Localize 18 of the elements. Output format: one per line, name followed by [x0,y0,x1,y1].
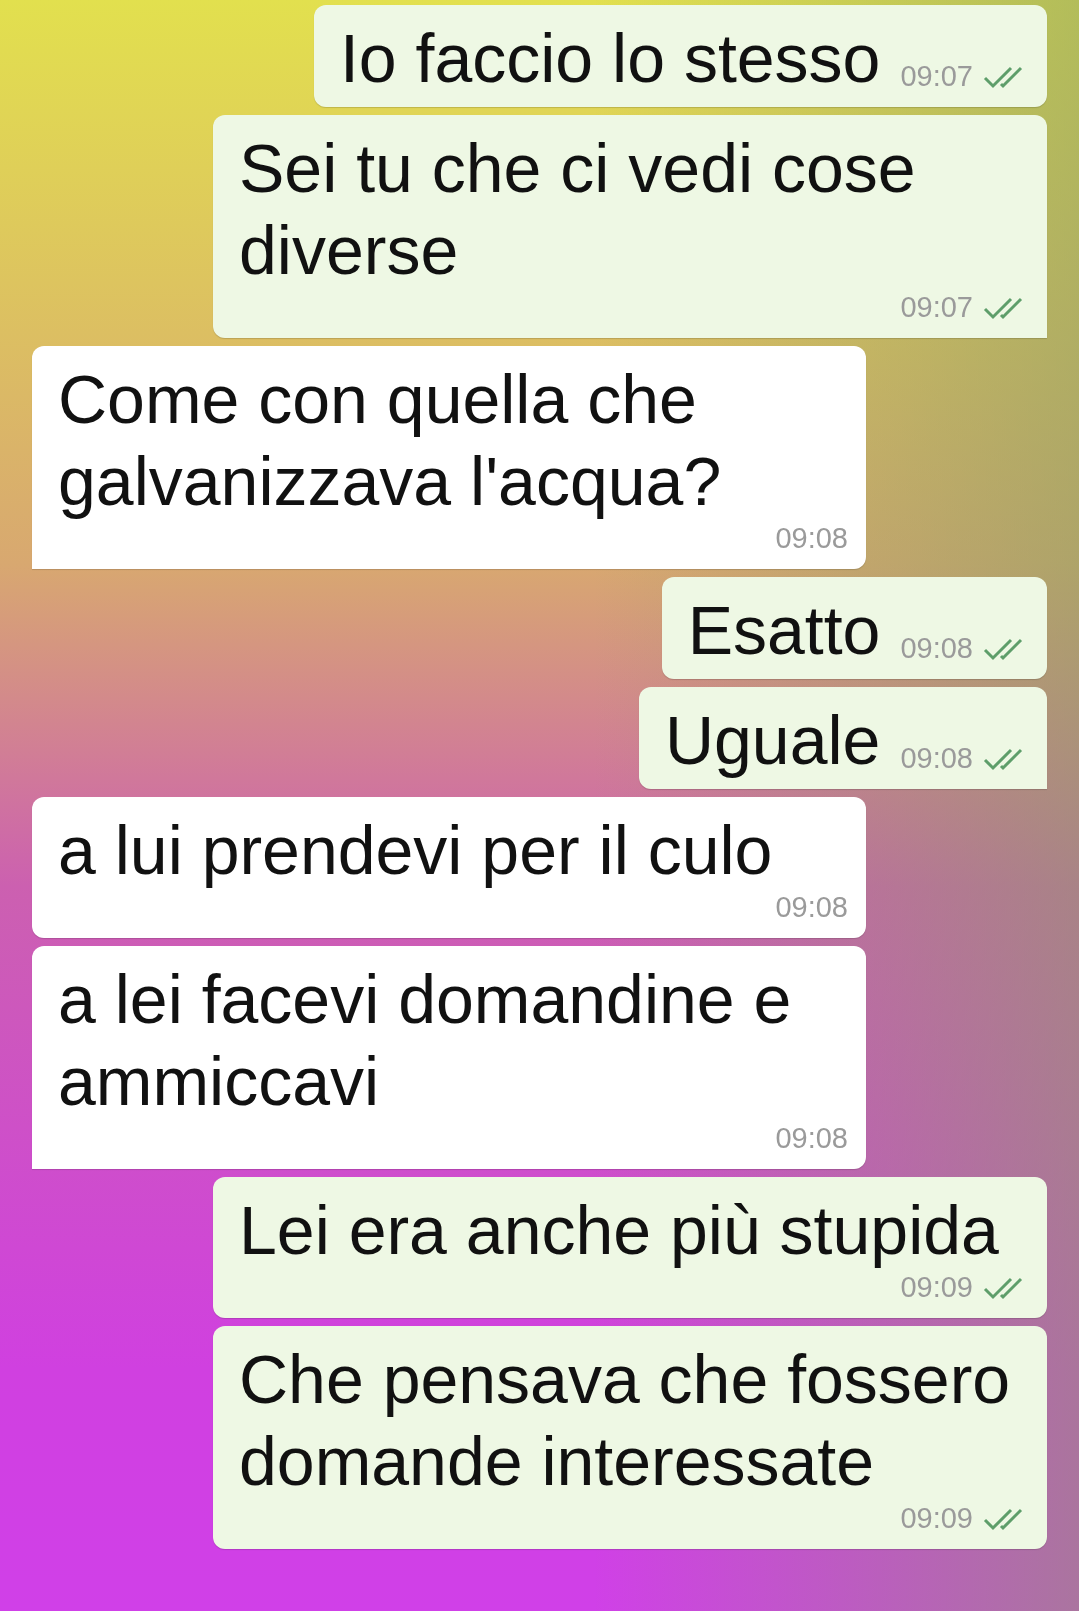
message-time: 09:08 [900,632,973,665]
message-text: Esatto [687,591,881,670]
message-time: 09:09 [900,1502,973,1535]
message-time: 09:07 [900,60,973,93]
message-text: a lui prendevi per il culo [58,811,774,890]
message-time: 09:08 [775,1122,848,1155]
message-text: Come con quella che galvanizzava l'acqua? [58,360,723,521]
message-time: 09:08 [775,891,848,924]
message-text: a lei facevi domandine e ammiccavi [58,960,793,1121]
message-time: 09:07 [900,291,973,324]
message-time: 09:09 [900,1271,973,1304]
message-time: 09:08 [775,522,848,555]
message-time: 09:08 [900,742,973,775]
message-text: Lei era anche più stupida [239,1191,1000,1270]
message-text: Sei tu che ci vedi cose diverse [239,129,917,290]
message-text: Io faccio lo stesso [339,19,881,98]
message-text: Che pensava che fossero domande interessate [239,1340,1012,1501]
message-text: Uguale [664,701,881,780]
